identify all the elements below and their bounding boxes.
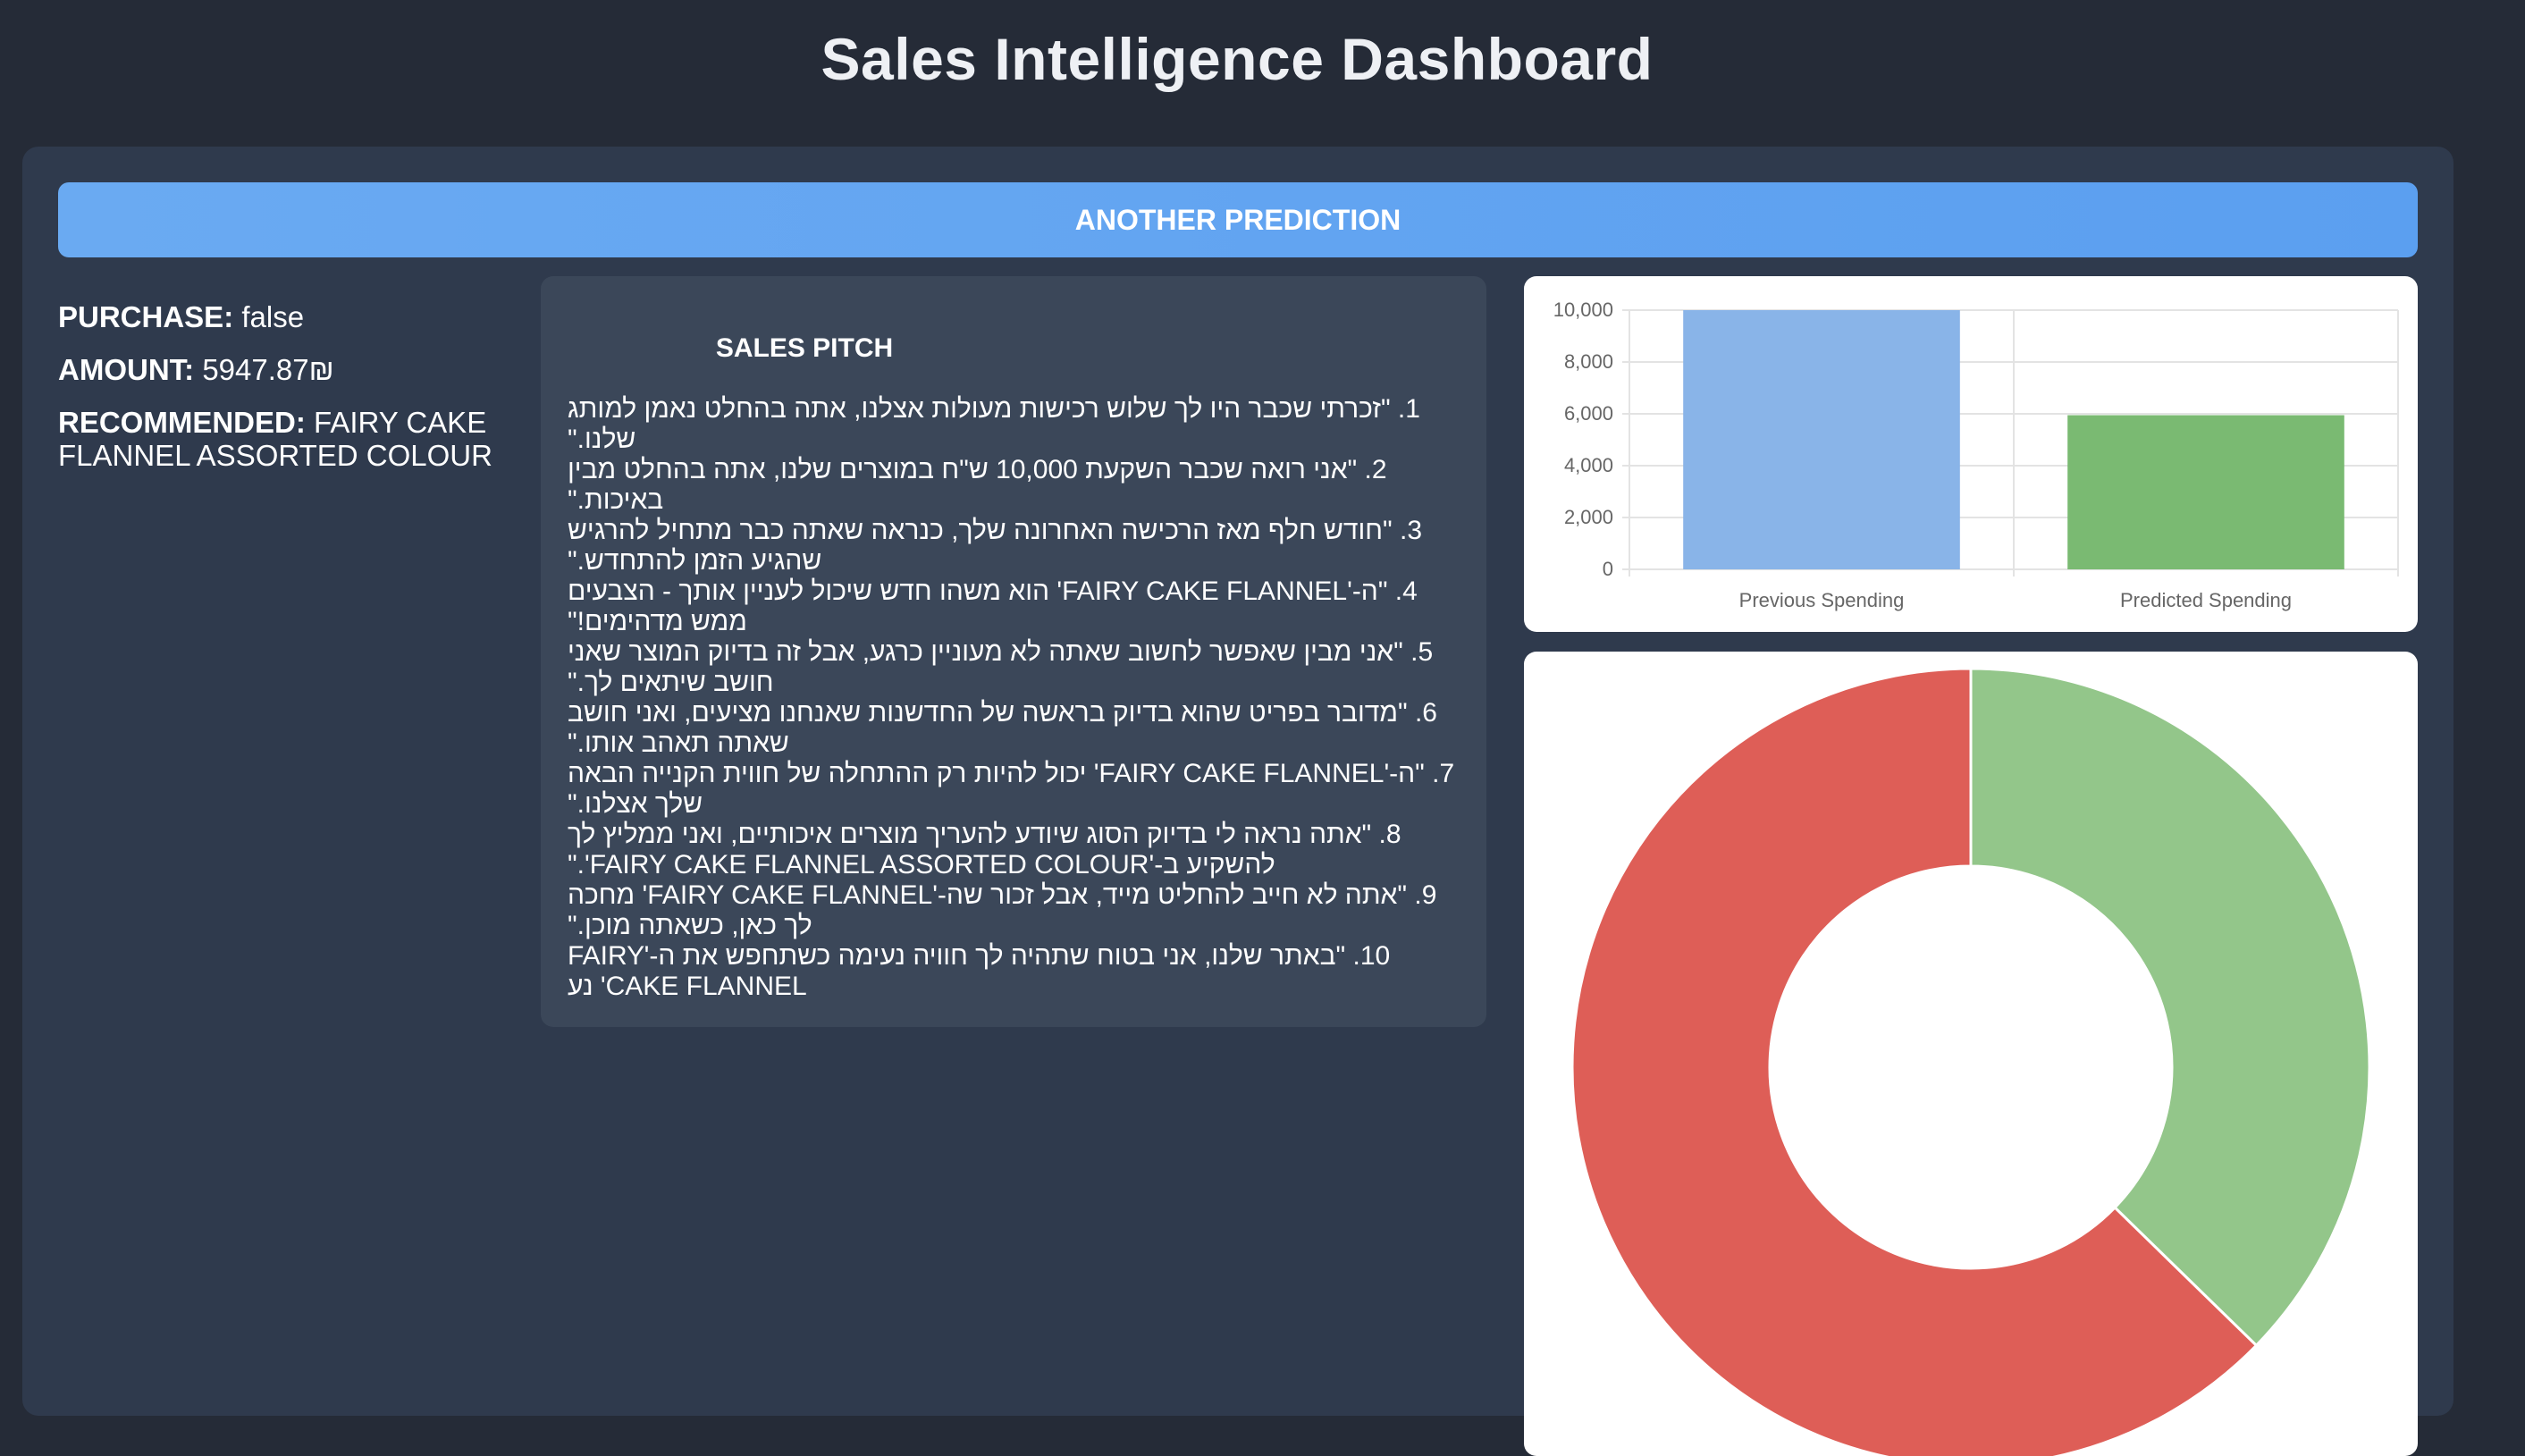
another-prediction-button[interactable]: ANOTHER PREDICTION (58, 182, 2418, 257)
sales-pitch-title: SALES PITCH (715, 333, 894, 363)
pitch-item: 10. "באתר שלנו, אני בטוח שתהיה לך חוויה … (568, 941, 1391, 1001)
amount-value: 5947.87₪ (202, 353, 334, 386)
x-tick-label: Previous Spending (1739, 589, 1905, 611)
y-tick-label: 10,000 (1553, 299, 1613, 321)
amount-label: AMOUNT: (58, 353, 195, 386)
dashboard-panel: ANOTHER PREDICTION PURCHASE: false AMOUN… (22, 147, 2453, 1456)
pitch-item: 6. "מדובר בפריט שהוא בדיוק בראשה של החדש… (568, 698, 1437, 758)
bar-predicted-spending (2067, 415, 2344, 569)
y-tick-label: 0 (1603, 558, 1613, 580)
pitch-item: 3. "חודש חלף מאז הרכישה האחרונה שלך, כנר… (568, 516, 1423, 576)
sales-pitch-list: 1. "זכרתי שכבר היו לך שלוש רכישות מעולות… (568, 394, 1461, 1002)
pitch-item: 4. "ה-'FAIRY CAKE FLANNEL' הוא משהו חדש … (568, 577, 1418, 636)
y-tick-label: 8,000 (1564, 350, 1613, 373)
pitch-item: 5. "אני מבין שאפשר לחשוב שאתה לא מעוניין… (568, 637, 1434, 697)
pitch-item: 8. "אתה נראה לי בדיוק הסוג שיודע להעריך … (568, 820, 1401, 879)
donut-slice-0 (1969, 667, 2371, 1348)
purchase-row: PURCHASE: false (58, 300, 541, 333)
pitch-item: 9. "אתה לא חייב להחליט מייד, אבל זכור שה… (568, 880, 1437, 940)
page-title: Sales Intelligence Dashboard (821, 26, 1654, 92)
bar-previous-spending (1683, 310, 1960, 569)
sales-pitch-card: SALES PITCH 1. "זכרתי שכבר היו לך שלוש ר… (541, 276, 1486, 1027)
pitch-item: 2. "אני רואה שכבר השקעת 10,000 ש"ח במוצר… (568, 455, 1387, 515)
spending-bar-chart-card: 0 2,000 4,000 6,000 8,000 10,000 Previous Spen… (1524, 276, 2418, 632)
y-tick-label: 2,000 (1564, 506, 1613, 528)
purchase-value: false (241, 300, 305, 333)
amount-row: AMOUNT: 5947.87₪ (58, 353, 541, 386)
recommended-label: RECOMMENDED: (58, 406, 306, 439)
pitch-item: 7. "ה-'FAIRY CAKE FLANNEL' יכול להיות רק… (568, 759, 1455, 819)
purchase-label: PURCHASE: (58, 300, 234, 333)
spending-donut-chart (1570, 667, 2371, 1456)
prediction-summary: PURCHASE: false AMOUNT: 5947.87₪ RECOMME… (58, 300, 541, 492)
y-tick-label: 6,000 (1564, 402, 1613, 425)
recommended-row: RECOMMENDED: FAIRY CAKE FLANNEL ASSORTED… (58, 406, 541, 472)
x-tick-label: Predicted Spending (2120, 589, 2292, 611)
spending-bar-chart: 0 2,000 4,000 6,000 8,000 10,000 Previous Spen… (1553, 299, 2399, 611)
y-tick-label: 4,000 (1564, 454, 1613, 476)
pitch-item: 1. "זכרתי שכבר היו לך שלוש רכישות מעולות… (568, 394, 1420, 454)
spending-donut-chart-card (1524, 652, 2418, 1456)
